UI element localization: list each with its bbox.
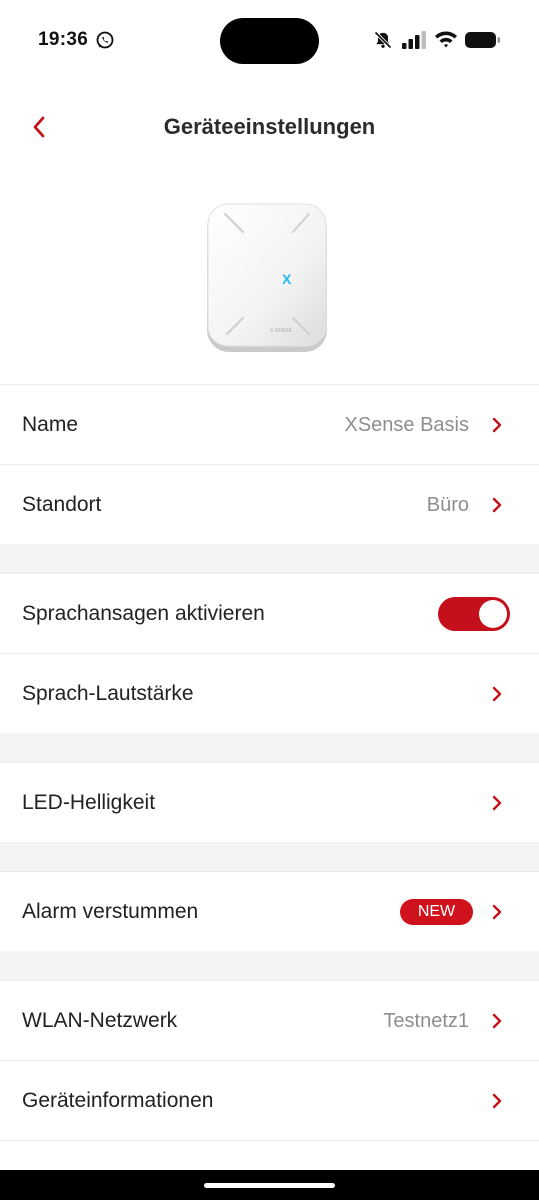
- row-label: Sprach-Lautstärke: [22, 682, 194, 705]
- setting-row-device-info[interactable]: Geräteinformationen: [0, 1060, 539, 1140]
- row-value: XSense Basis: [344, 414, 469, 436]
- chevron-right-icon: [492, 1013, 502, 1029]
- chevron-right-icon: [492, 1093, 502, 1109]
- setting-row-alarm-silence[interactable]: Alarm verstummen NEW: [0, 871, 539, 951]
- home-indicator[interactable]: [204, 1183, 335, 1188]
- setting-row-name[interactable]: Name XSense Basis: [0, 384, 539, 464]
- chevron-right-icon: [492, 686, 502, 702]
- row-label: Sprachansagen aktivieren: [22, 602, 265, 625]
- settings-list: Name XSense Basis Standort Büro Sprachan…: [0, 384, 539, 1200]
- section-separator: [0, 842, 539, 871]
- row-label: Geräteinformationen: [22, 1089, 214, 1112]
- chevron-right-icon: [492, 497, 502, 513]
- row-label: Name: [22, 413, 79, 436]
- battery-icon: [465, 32, 500, 48]
- row-label: Alarm verstummen: [22, 900, 199, 923]
- chevron-right-icon: [492, 904, 502, 920]
- row-label: Standort: [22, 493, 102, 516]
- status-time: 19:36: [38, 29, 89, 50]
- row-value: Testnetz1: [383, 1010, 469, 1032]
- dynamic-island: [220, 18, 319, 64]
- voice-prompts-toggle[interactable]: [438, 597, 510, 631]
- section-separator: [0, 951, 539, 980]
- chevron-right-icon: [492, 795, 502, 811]
- row-value: Büro: [426, 494, 469, 516]
- setting-row-led-brightness[interactable]: LED-Helligkeit: [0, 762, 539, 842]
- mute-icon: [374, 31, 392, 49]
- new-badge: NEW: [400, 899, 473, 925]
- device-label: X-SENSE: [270, 328, 293, 334]
- setting-row-voice-volume[interactable]: Sprach-Lautstärke: [0, 653, 539, 733]
- signal-icon: [402, 31, 426, 49]
- row-label: LED-Helligkeit: [22, 791, 156, 814]
- toggle-knob: [479, 600, 507, 628]
- setting-row-wifi-network[interactable]: WLAN-Netzwerk Testnetz1: [0, 980, 539, 1060]
- device-illustration: X X-SENSE: [207, 203, 327, 352]
- device-brand-mark: X: [282, 271, 292, 287]
- chevron-right-icon: [492, 417, 502, 433]
- device-image: X X-SENSE: [203, 200, 333, 360]
- nav-header: Geräteeinstellungen: [0, 95, 539, 159]
- setting-row-voice-prompts: Sprachansagen aktivieren: [0, 573, 539, 653]
- whatsapp-icon: [96, 31, 114, 49]
- setting-row-location[interactable]: Standort Büro: [0, 464, 539, 544]
- row-label: WLAN-Netzwerk: [22, 1009, 178, 1032]
- section-separator: [0, 733, 539, 762]
- device-settings-screen: 19:36 Geräteeinstellungen X X-SENSE Name…: [0, 0, 539, 1200]
- wifi-icon: [435, 31, 457, 48]
- status-bar: 19:36: [0, 0, 539, 80]
- page-title: Geräteeinstellungen: [163, 114, 376, 139]
- section-separator: [0, 544, 539, 573]
